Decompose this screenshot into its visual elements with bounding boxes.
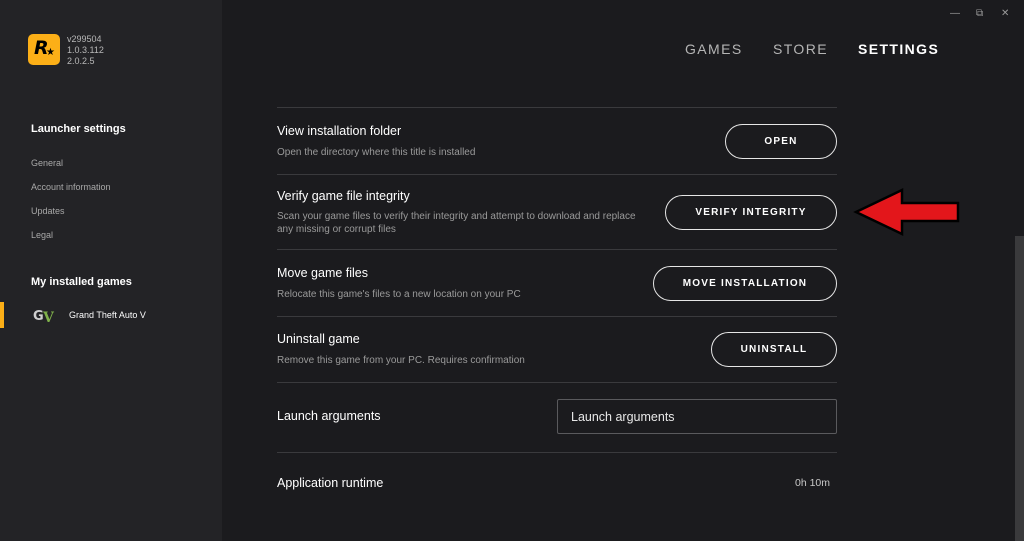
- version-line: v299504: [67, 34, 102, 44]
- uninstall-button[interactable]: UNINSTALL: [711, 332, 837, 367]
- tab-settings[interactable]: SETTINGS: [858, 41, 939, 57]
- gta-v-icon: G V: [33, 309, 55, 325]
- uninstall-title: Uninstall game: [277, 332, 360, 346]
- version-info: v299504 1.0.3.112 2.0.2.5: [67, 34, 104, 67]
- uninstall-desc: Remove this game from your PC. Requires …: [277, 355, 525, 366]
- verify-integrity-title: Verify game file integrity: [277, 189, 410, 203]
- restore-icon[interactable]: ⧉: [976, 8, 983, 19]
- sidebar-game-label: Grand Theft Auto V: [69, 310, 146, 320]
- move-installation-button[interactable]: MOVE INSTALLATION: [653, 266, 837, 301]
- launcher-settings-heading: Launcher settings: [31, 123, 126, 135]
- divider: [277, 382, 837, 383]
- minimize-icon[interactable]: —: [950, 8, 960, 19]
- view-folder-title: View installation folder: [277, 124, 402, 138]
- sidebar-game-gta-v[interactable]: G V Grand Theft Auto V: [0, 302, 222, 328]
- launch-arguments-title: Launch arguments: [277, 409, 381, 423]
- sidebar-item-account-information[interactable]: Account information: [31, 182, 111, 192]
- red-arrow-icon: [853, 188, 960, 236]
- view-folder-desc: Open the directory where this title is i…: [277, 147, 476, 158]
- move-files-desc: Relocate this game's files to a new loca…: [277, 289, 521, 300]
- verify-integrity-button[interactable]: VERIFY INTEGRITY: [665, 195, 837, 230]
- sidebar-item-updates[interactable]: Updates: [31, 206, 65, 216]
- version-line: 1.0.3.112: [67, 45, 104, 55]
- scrollbar-thumb[interactable]: [1015, 236, 1024, 541]
- move-files-title: Move game files: [277, 266, 369, 280]
- application-runtime-title: Application runtime: [277, 476, 384, 490]
- installed-games-heading: My installed games: [31, 276, 132, 288]
- divider: [277, 249, 837, 250]
- sidebar: R ★ v299504 1.0.3.112 2.0.2.5 Launcher se…: [0, 0, 222, 541]
- rockstar-logo: R ★: [28, 34, 60, 65]
- tab-games[interactable]: GAMES: [685, 41, 743, 57]
- open-button[interactable]: OPEN: [725, 124, 837, 159]
- application-runtime-value: 0h 10m: [795, 477, 831, 489]
- divider: [277, 452, 837, 453]
- version-line: 2.0.2.5: [67, 56, 95, 66]
- tab-store[interactable]: STORE: [773, 41, 828, 57]
- selected-indicator: [0, 302, 4, 328]
- sidebar-item-general[interactable]: General: [31, 158, 63, 168]
- divider: [277, 174, 837, 175]
- launch-arguments-input[interactable]: [557, 399, 837, 434]
- sidebar-item-legal[interactable]: Legal: [31, 230, 53, 240]
- verify-integrity-desc: Scan your game files to verify their int…: [277, 211, 636, 235]
- close-icon[interactable]: ✕: [1001, 8, 1009, 19]
- divider: [277, 316, 837, 317]
- divider: [277, 107, 837, 108]
- svg-text:V: V: [42, 310, 55, 325]
